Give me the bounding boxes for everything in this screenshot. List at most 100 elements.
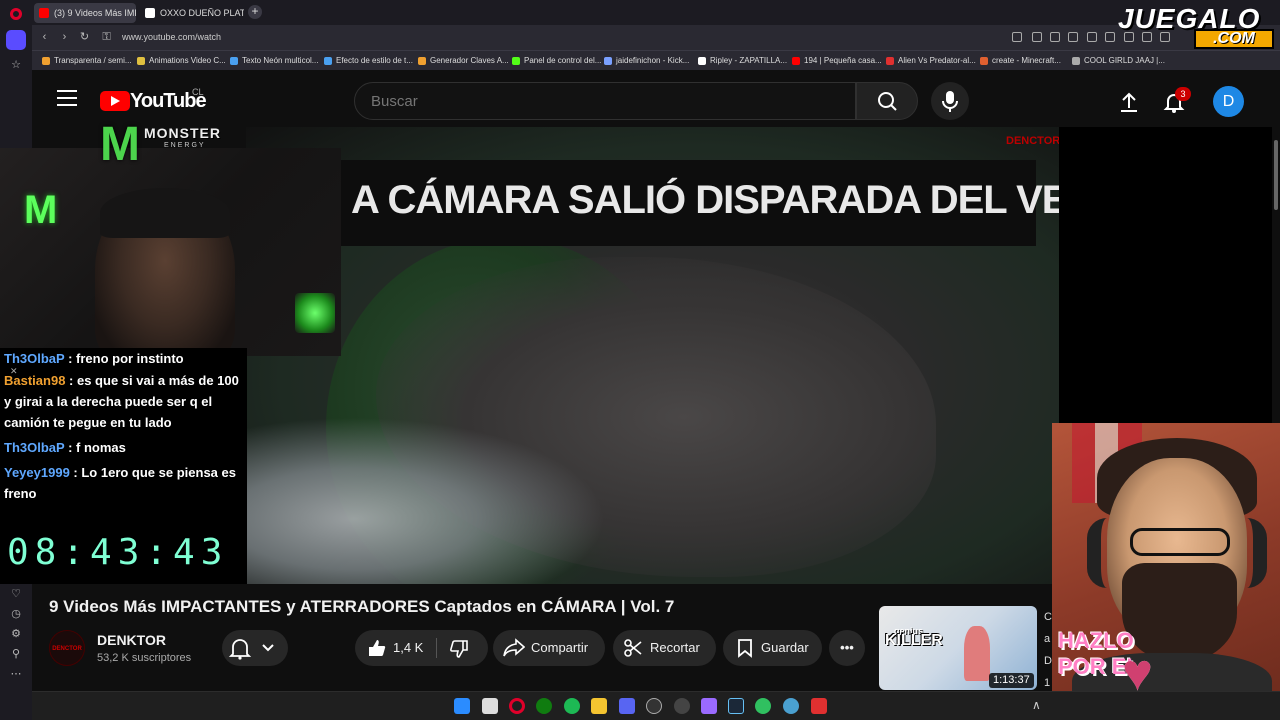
save-button[interactable]: Guardar xyxy=(723,630,822,666)
steam-icon[interactable] xyxy=(728,698,744,714)
like-divider xyxy=(436,638,437,658)
bookmark-icon xyxy=(738,639,752,658)
site-info-icon[interactable]: ⚿ xyxy=(100,31,113,44)
subscription-bell-button[interactable] xyxy=(222,630,288,666)
bookmark-item[interactable]: Animations Video C... xyxy=(137,54,226,68)
country-code: CL xyxy=(192,87,204,97)
search-icon[interactable] xyxy=(1012,32,1022,42)
chrome-icon[interactable] xyxy=(674,698,690,714)
home-icon[interactable] xyxy=(6,30,26,50)
history-icon[interactable]: ◷ xyxy=(9,607,23,621)
thumbnail-person xyxy=(964,626,990,681)
forward-icon[interactable]: › xyxy=(58,31,71,44)
scrollbar-thumb[interactable] xyxy=(1274,140,1278,210)
reload-icon[interactable]: ↻ xyxy=(78,31,91,44)
channel-avatar[interactable]: DENCTOR xyxy=(49,630,85,666)
like-icon[interactable] xyxy=(367,638,387,658)
share-icon xyxy=(503,638,525,657)
more-actions-button[interactable]: ••• xyxy=(829,630,865,666)
bookmark-item[interactable]: Transparenta / semi... xyxy=(42,54,132,68)
obs-icon[interactable] xyxy=(646,698,662,714)
recommended-video-thumbnail[interactable]: genius KILLER 1:13:37 xyxy=(879,606,1037,690)
address-bar: ‹ › ↻ ⚿ www.youtube.com/watch xyxy=(32,25,1280,50)
bookmark-item[interactable]: jaidefinichon - Kick... xyxy=(604,54,689,68)
bookmark-icon xyxy=(886,57,894,65)
bookmark-icon xyxy=(792,57,800,65)
chat-message: Th3OlbaP : f nomas xyxy=(4,437,247,458)
voice-search-button[interactable] xyxy=(931,82,969,120)
video-title: 9 Videos Más IMPACTANTES y ATERRADORES C… xyxy=(49,597,675,616)
bookmark-item[interactable]: 194 | Pequeña casa... xyxy=(792,54,882,68)
dislike-icon[interactable] xyxy=(449,639,469,659)
monster-energy-logo: M MONSTER ENERGY xyxy=(100,117,225,177)
new-tab-button[interactable]: + xyxy=(248,5,262,19)
share-button[interactable]: Compartir xyxy=(493,630,605,666)
bookmark-icon xyxy=(1072,57,1080,65)
hamburger-menu-icon[interactable] xyxy=(57,90,77,106)
bookmark-item[interactable]: Alien Vs Predator-al... xyxy=(886,54,976,68)
bookmark-item[interactable]: Efecto de estilo de t... xyxy=(324,54,413,68)
bookmark-item[interactable]: Texto Neón multicol... xyxy=(230,54,318,68)
browser-icon[interactable] xyxy=(783,698,799,714)
app-icon[interactable] xyxy=(755,698,771,714)
play-icon[interactable] xyxy=(1087,32,1097,42)
more-icon[interactable]: ⋯ xyxy=(9,667,23,681)
bookmark-item[interactable]: create - Minecraft... xyxy=(980,54,1061,68)
search-box[interactable] xyxy=(354,82,856,120)
bookmark-icon xyxy=(230,57,238,65)
monster-subtitle: ENERGY xyxy=(164,142,206,149)
tab-oxxo[interactable]: OXXO DUEÑO PLATA - Bu xyxy=(140,3,244,23)
bookmark-icon xyxy=(42,57,50,65)
tray-chevron-icon[interactable]: ∧ xyxy=(1032,698,1041,712)
app-icon[interactable] xyxy=(811,698,827,714)
settings-icon[interactable]: ⚙ xyxy=(9,627,23,641)
video-caption-banner: A CÁMARA SALIÓ DISPARADA DEL VEHICULO xyxy=(296,160,1059,246)
bookmark-icon xyxy=(418,57,426,65)
bookmark-item[interactable]: Ripley - ZAPATILLA... xyxy=(698,54,787,68)
screenshot-icon[interactable] xyxy=(1032,32,1042,42)
search-input[interactable] xyxy=(355,83,855,119)
subscriber-count: 53,2 K suscriptores xyxy=(97,652,192,664)
lightbulb-icon[interactable]: ⚲ xyxy=(9,647,23,661)
camera-icon[interactable] xyxy=(1050,32,1060,42)
pin-icon[interactable]: ☆ xyxy=(9,58,23,72)
shield-icon[interactable] xyxy=(1068,32,1078,42)
opera-logo-icon[interactable] xyxy=(10,8,22,20)
side-panel xyxy=(1059,127,1272,423)
juegalo-watermark: JUEGALO .COM xyxy=(1110,3,1280,51)
close-icon[interactable]: ✕ xyxy=(10,366,18,377)
microphone-icon xyxy=(942,91,958,112)
recommended-video-title[interactable]: C a D 1 xyxy=(1044,606,1052,694)
youtube-logo-icon[interactable] xyxy=(100,91,130,111)
heart-icon[interactable]: ♡ xyxy=(9,587,23,601)
url-field[interactable]: www.youtube.com/watch xyxy=(122,30,221,45)
windows-start-icon[interactable] xyxy=(454,698,470,714)
channel-watermark: DENCTOR xyxy=(1006,135,1059,147)
account-avatar[interactable]: D xyxy=(1213,86,1244,117)
video-player[interactable]: A CÁMARA SALIÓ DISPARADA DEL VEHICULO DE… xyxy=(246,127,1059,584)
spotify-icon[interactable] xyxy=(564,698,580,714)
upload-icon[interactable] xyxy=(1117,90,1141,114)
back-icon[interactable]: ‹ xyxy=(38,31,51,44)
video-duration-badge: 1:13:37 xyxy=(989,673,1034,688)
xbox-icon[interactable] xyxy=(536,698,552,714)
glasses-icon xyxy=(1130,528,1230,556)
bookmark-item[interactable]: Generador Claves A... xyxy=(418,54,509,68)
opera-icon[interactable] xyxy=(509,698,525,714)
bookmark-item[interactable]: COOL GIRLD JAAJ |... xyxy=(1072,54,1165,68)
discord-icon[interactable] xyxy=(619,698,635,714)
search-button[interactable] xyxy=(856,82,918,120)
channel-name[interactable]: DENKTOR xyxy=(97,632,166,648)
tab-youtube-video[interactable]: (3) 9 Videos Más IMPACT xyxy=(34,3,136,23)
monster-can-icon: M xyxy=(24,188,58,232)
monster-claw-icon: M xyxy=(100,118,140,171)
bookmark-icon xyxy=(137,57,145,65)
streamer-cap xyxy=(100,188,230,238)
clip-button[interactable]: Recortar xyxy=(613,630,716,666)
folder-icon[interactable] xyxy=(591,698,607,714)
task-view-icon[interactable] xyxy=(482,698,498,714)
app-icon[interactable] xyxy=(701,698,717,714)
bookmark-item[interactable]: Panel de control del... xyxy=(512,54,601,68)
search-icon xyxy=(878,92,897,111)
like-count[interactable]: 1,4 K xyxy=(393,630,423,666)
